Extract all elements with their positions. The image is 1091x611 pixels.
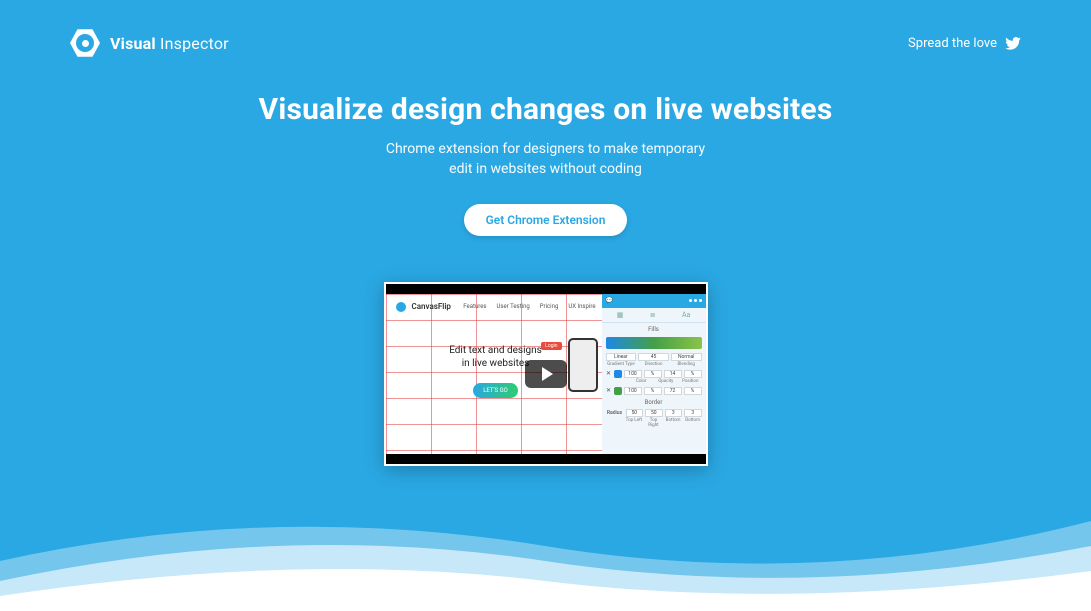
lets-go-button: LET'S GO bbox=[473, 383, 518, 398]
border-label: Border bbox=[602, 396, 706, 408]
inspector-panel: 💬 ▦ ≣ Aa Fills Linear 45 Normal Gradient… bbox=[602, 294, 706, 454]
hero: Visualize design changes on live website… bbox=[0, 58, 1091, 466]
panel-row-stop1: ✕ 100 % 14 % bbox=[602, 369, 706, 379]
layers-icon: ≣ bbox=[650, 311, 656, 319]
text-icon: Aa bbox=[682, 311, 690, 319]
video-thumbnail[interactable]: CanvasFlip Features User Testing Pricing… bbox=[384, 282, 708, 466]
canvasflip-icon bbox=[396, 302, 406, 312]
header: Visual Inspector Spread the love bbox=[0, 0, 1091, 58]
play-icon[interactable] bbox=[525, 360, 567, 388]
brand-logo[interactable]: Visual Inspector bbox=[70, 28, 229, 58]
palette-icon: ▦ bbox=[617, 311, 624, 319]
panel-row-radius: Radius 50 50 3 3 bbox=[602, 408, 706, 418]
video-nav: Features User Testing Pricing UX Inspire bbox=[463, 303, 595, 310]
panel-row-stop2: ✕ 100 % 72 % bbox=[602, 386, 706, 396]
video-left-pane: CanvasFlip Features User Testing Pricing… bbox=[386, 294, 602, 454]
spread-the-love-link[interactable]: Spread the love bbox=[908, 36, 1021, 51]
brand-name: Visual Inspector bbox=[110, 34, 229, 53]
get-extension-button[interactable]: Get Chrome Extension bbox=[464, 204, 628, 236]
wave-divider bbox=[0, 501, 1091, 611]
panel-titlebar: 💬 bbox=[602, 294, 706, 308]
spread-label: Spread the love bbox=[908, 36, 997, 51]
panel-row-type: Linear 45 Normal bbox=[602, 352, 706, 362]
gradient-preview bbox=[606, 337, 702, 349]
login-badge: Login bbox=[541, 342, 561, 350]
panel-tabs: ▦ ≣ Aa bbox=[602, 308, 706, 323]
chat-icon: 💬 bbox=[606, 297, 613, 304]
fills-label: Fills bbox=[602, 323, 706, 335]
phone-mockup-icon bbox=[568, 338, 598, 392]
twitter-icon bbox=[1005, 37, 1021, 50]
video-brand: CanvasFlip bbox=[412, 302, 451, 311]
eye-hex-icon bbox=[70, 28, 100, 58]
hero-subtitle: Chrome extension for designers to make t… bbox=[0, 139, 1091, 180]
hero-title: Visualize design changes on live website… bbox=[0, 92, 1091, 127]
